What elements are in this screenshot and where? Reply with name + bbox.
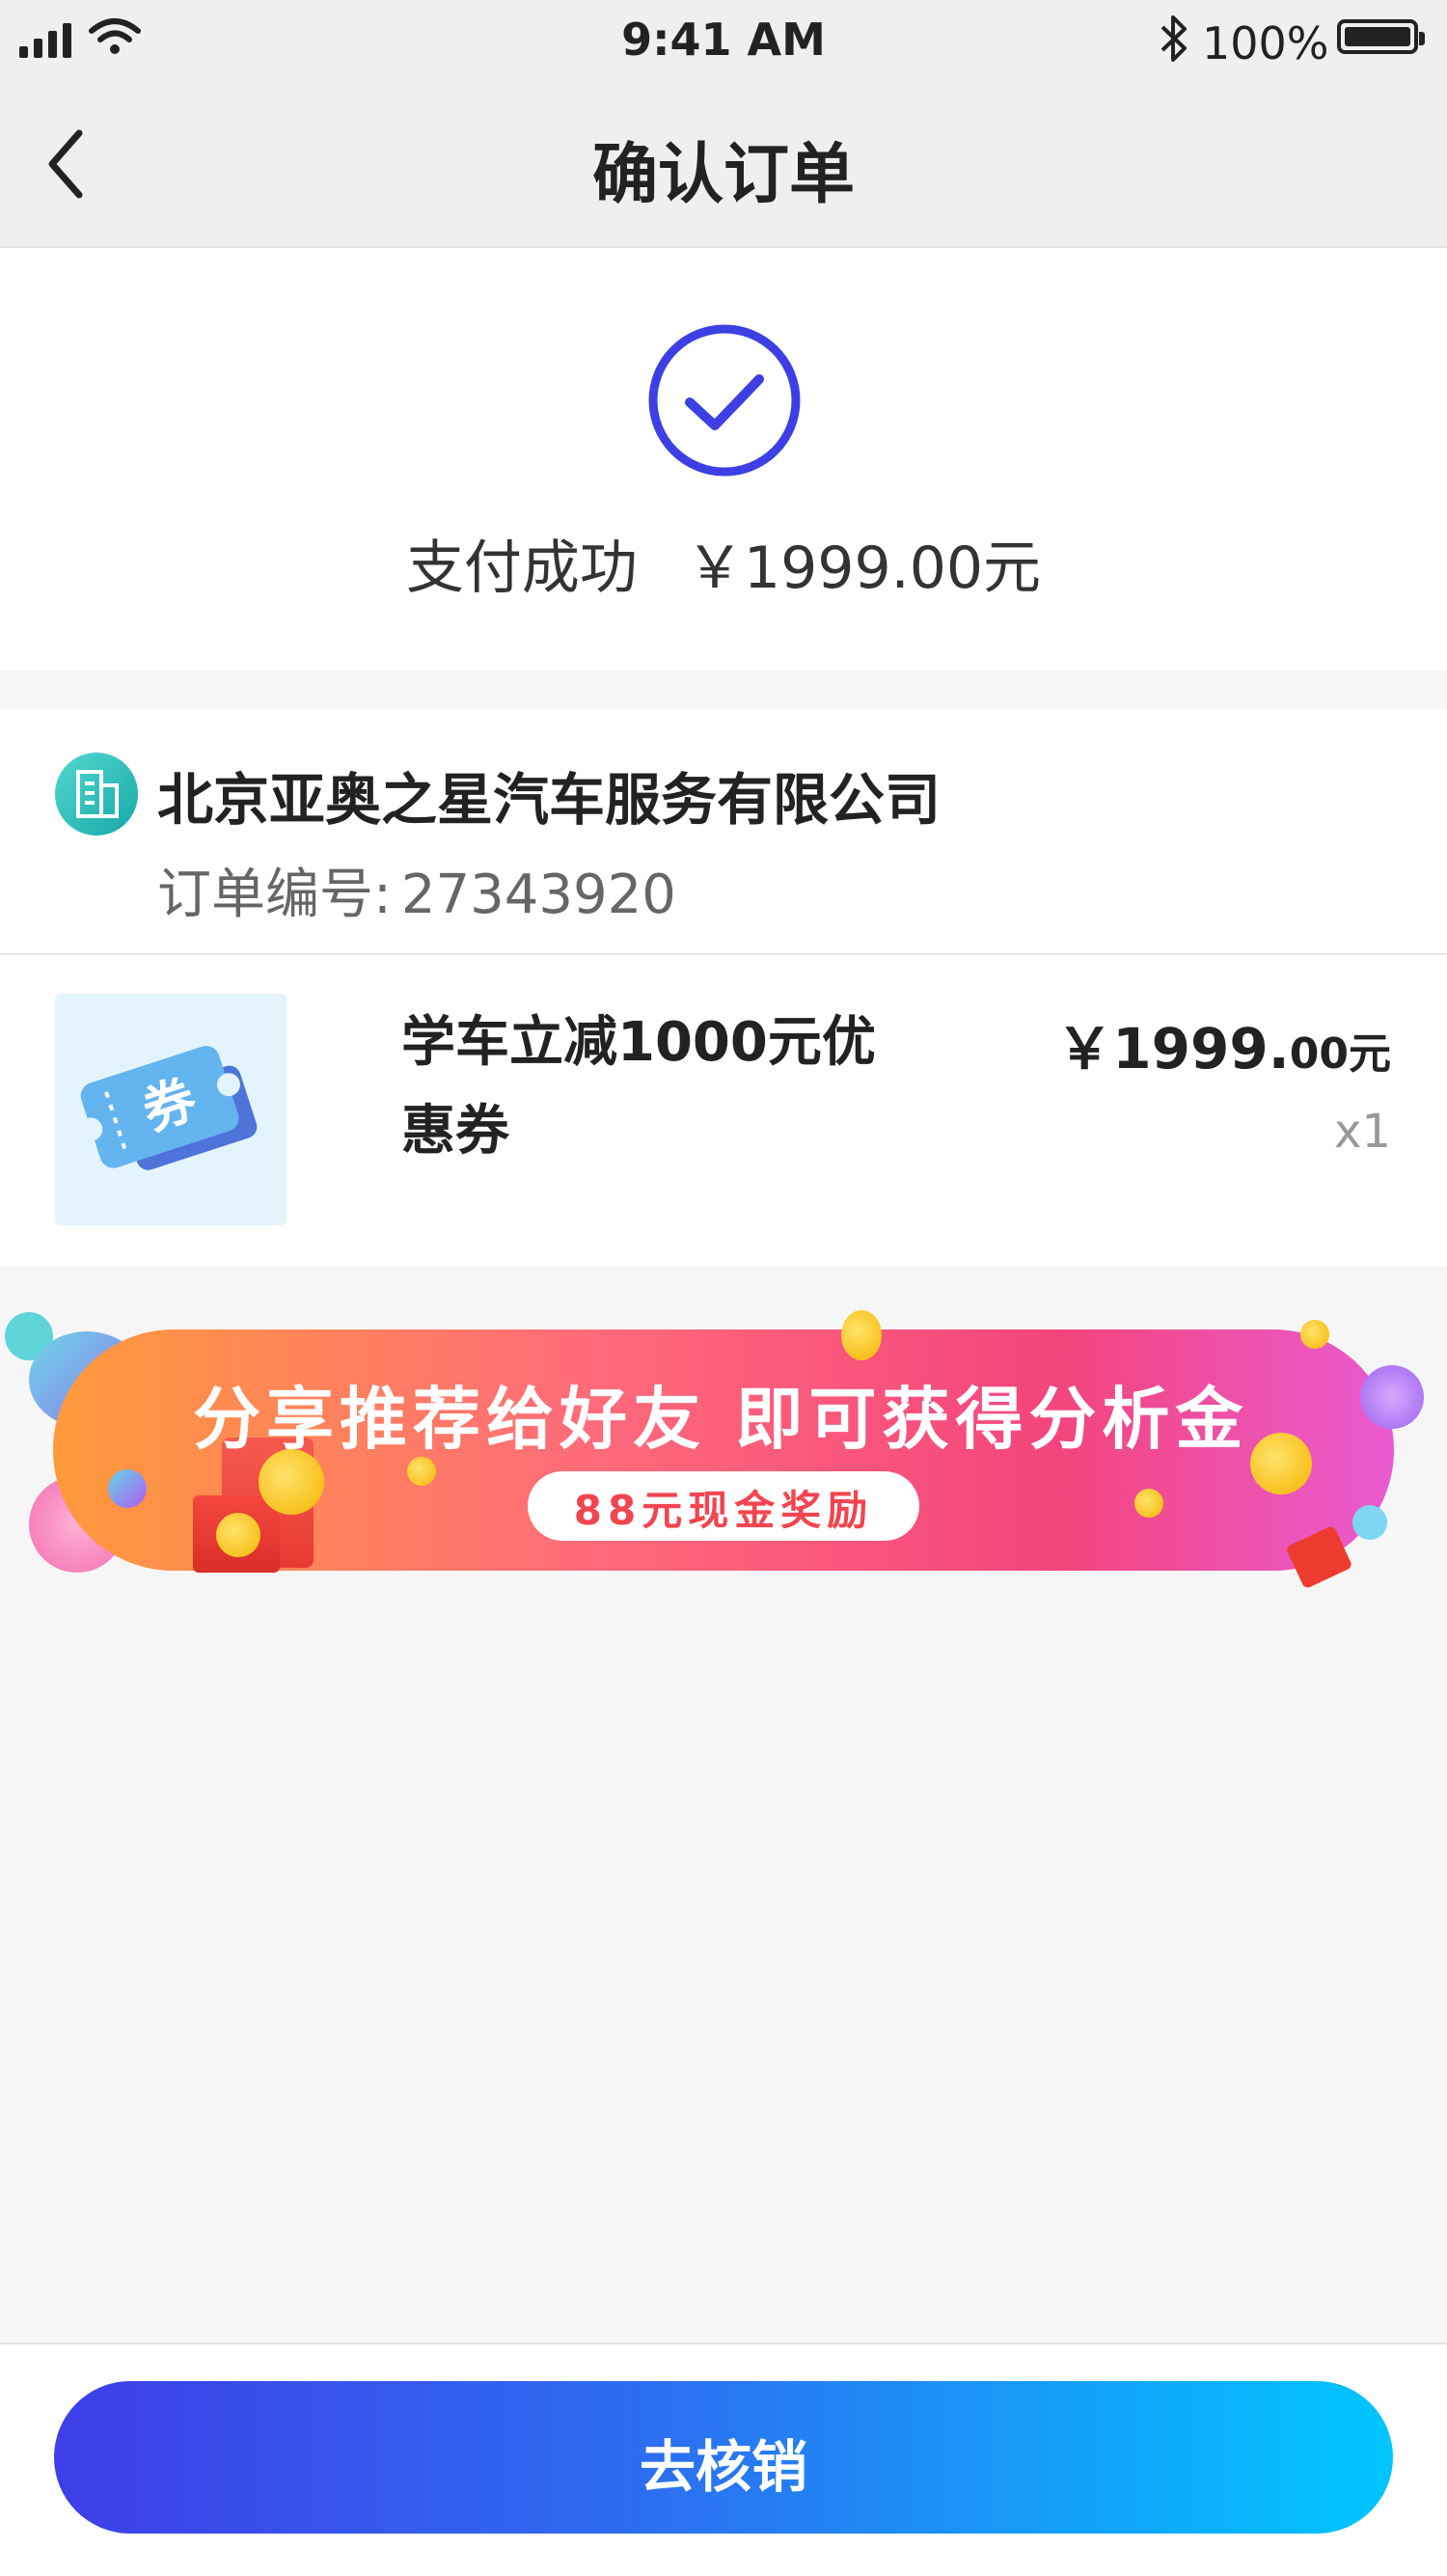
decor-bubble: [1360, 1365, 1424, 1429]
merchant-name: 北京亚奥之星汽车服务有限公司: [157, 767, 942, 833]
building-icon: [55, 753, 138, 836]
order-number-label: 订单编号:: [157, 863, 392, 926]
coupon-ticket-icon: 券: [79, 1046, 258, 1170]
coin-icon: [1300, 1320, 1329, 1349]
banner-subtitle: 88元现金奖励: [573, 1487, 874, 1534]
yuan-coin-icon: [216, 1513, 260, 1557]
bluetooth-icon: [1160, 15, 1187, 62]
banner-title: 分享推荐给好友 即可获得分析金: [193, 1380, 1249, 1459]
order-number-row: 订单编号: 27343920: [157, 851, 676, 929]
product-title: 学车立减1000元优惠券: [401, 1011, 876, 1163]
decor-bubble: [108, 1469, 147, 1508]
coin-icon: [1250, 1433, 1312, 1494]
decor-bubble: [1352, 1505, 1387, 1540]
product-thumbnail: 券: [55, 994, 287, 1225]
coin-icon: [841, 1310, 882, 1360]
redeem-button-label: 去核销: [639, 2434, 807, 2500]
coin-icon: [1134, 1489, 1163, 1518]
battery-percentage: 100%: [1202, 17, 1329, 69]
product-quantity: x1: [1334, 1105, 1391, 1159]
payment-status-text: 支付成功: [405, 534, 638, 602]
page-title: 确认订单: [591, 137, 855, 213]
battery-icon: [1337, 19, 1425, 54]
product-price-decimal: 00元: [1289, 1029, 1391, 1079]
check-circle-icon: [648, 324, 801, 477]
payment-amount: ￥1999.00元: [685, 534, 1042, 602]
payment-status-line: 支付成功 ￥1999.00元: [0, 521, 1447, 605]
product-price-main: ￥1999.: [1056, 1016, 1290, 1082]
product-price: ￥1999.00元: [1056, 1003, 1391, 1084]
order-number: 27343920: [400, 863, 676, 926]
